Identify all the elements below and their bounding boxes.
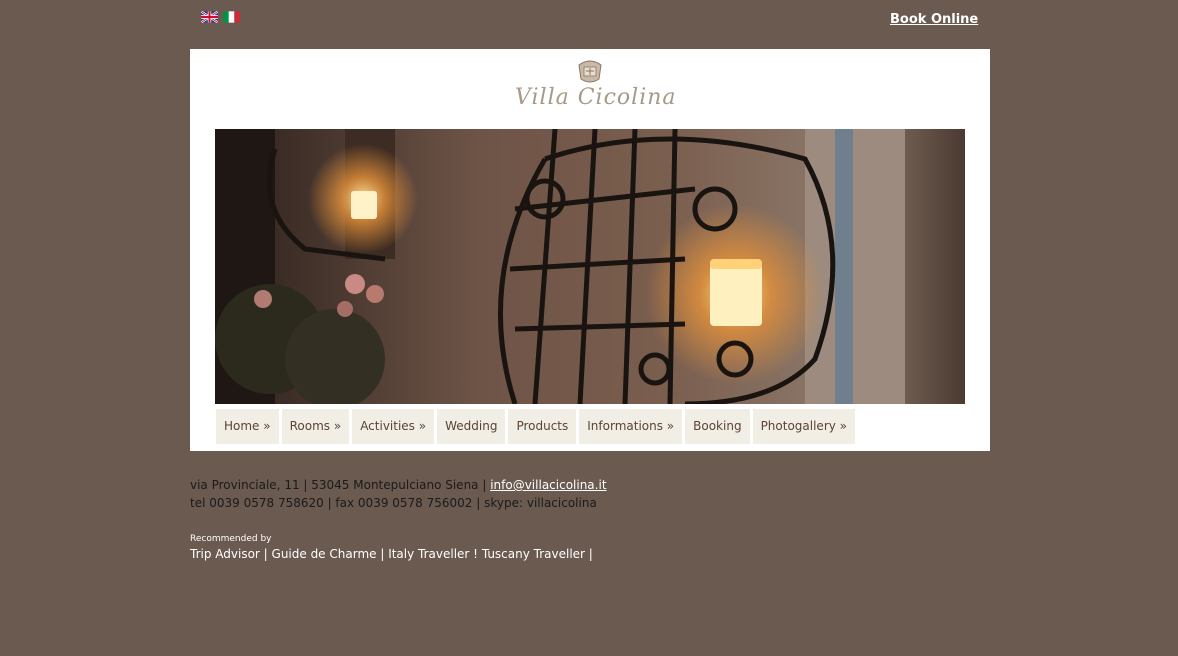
nav-photogallery[interactable]: Photogallery » <box>752 409 856 444</box>
recommended-links: Trip Advisor | Guide de Charme | Italy T… <box>190 547 593 561</box>
nav-activities[interactable]: Activities » <box>352 409 435 444</box>
candle-window-photo <box>215 129 965 404</box>
address-text: via Provinciale, 11 | 53045 Montepulcian… <box>190 478 491 492</box>
nav-rooms[interactable]: Rooms » <box>281 409 350 444</box>
nav-booking[interactable]: Booking <box>685 409 750 444</box>
italy-traveller-link[interactable]: Italy Traveller <box>388 547 469 561</box>
italy-flag-icon[interactable] <box>223 11 240 23</box>
crest-icon <box>578 60 602 83</box>
main-panel: Villa Cicolina Home » Rooms » Activities… <box>190 49 990 451</box>
separator: | <box>259 547 272 561</box>
address-line: via Provinciale, 11 | 53045 Montepulcian… <box>190 476 607 494</box>
contacts-line: tel 0039 0578 758620 | fax 0039 0578 756… <box>190 496 597 510</box>
guide-de-charme-link[interactable]: Guide de Charme <box>272 547 377 561</box>
uk-flag-icon[interactable] <box>201 11 218 23</box>
nav-products[interactable]: Products <box>508 409 577 444</box>
separator: | <box>376 547 389 561</box>
separator: | <box>584 547 593 561</box>
main-nav: Home » Rooms » Activities » Wedding Prod… <box>216 409 856 444</box>
separator: ! <box>469 547 482 561</box>
logo-text: Villa Cicolina <box>515 85 677 110</box>
nav-home[interactable]: Home » <box>216 409 279 444</box>
tuscany-traveller-link[interactable]: Tuscany Traveller <box>482 547 585 561</box>
nav-informations[interactable]: Informations » <box>579 409 683 444</box>
language-switcher <box>201 11 240 23</box>
trip-advisor-link[interactable]: Trip Advisor <box>190 547 260 561</box>
email-link[interactable]: info@villacicolina.it <box>490 478 606 492</box>
nav-wedding[interactable]: Wedding <box>437 409 506 444</box>
book-online-link[interactable]: Book Online <box>890 12 978 27</box>
top-bar: Book Online <box>0 0 1178 40</box>
logo[interactable]: Villa Cicolina <box>515 59 677 119</box>
recommended-label: Recommended by <box>190 534 272 544</box>
footer-contacts: via Provinciale, 11 | 53045 Montepulcian… <box>190 476 607 512</box>
